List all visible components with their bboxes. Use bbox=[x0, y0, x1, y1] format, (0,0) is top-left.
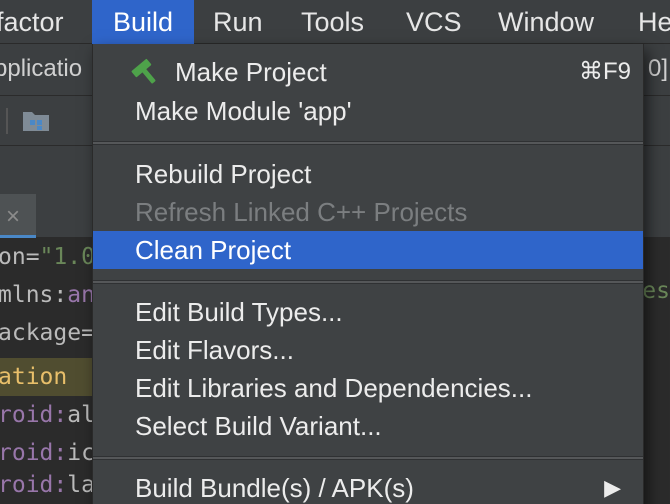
menu-refactor[interactable]: factor bbox=[0, 0, 64, 44]
submenu-arrow-icon: ▶ bbox=[604, 475, 621, 500]
menu-item-refresh-linked-cpp: Refresh Linked C++ Projects bbox=[93, 193, 643, 231]
menu-item-clean-project[interactable]: Clean Project bbox=[93, 231, 643, 269]
menu-help[interactable]: He bbox=[638, 0, 670, 44]
menu-item-rebuild-project[interactable]: Rebuild Project bbox=[93, 155, 643, 193]
code-line: ackage= bbox=[0, 320, 95, 346]
code-fragment-right: es bbox=[642, 278, 670, 304]
menu-item-label: Edit Libraries and Dependencies... bbox=[135, 373, 533, 403]
menu-build[interactable]: Build bbox=[92, 0, 194, 44]
menu-vcs[interactable]: VCS bbox=[406, 0, 462, 44]
editor-tab[interactable]: × bbox=[0, 194, 36, 238]
menu-item-label: Clean Project bbox=[135, 235, 292, 265]
code-line: on="1.0 bbox=[0, 244, 95, 270]
menu-separator bbox=[93, 141, 643, 145]
menu-item-make-module[interactable]: Make Module 'app' bbox=[93, 92, 643, 130]
menu-item-build-bundle-apk[interactable]: Build Bundle(s) / APK(s) ▶ bbox=[93, 469, 643, 504]
menu-tools[interactable]: Tools bbox=[301, 0, 364, 44]
menu-item-label: Make Module 'app' bbox=[135, 96, 352, 126]
menu-run[interactable]: Run bbox=[213, 0, 263, 44]
menu-item-label: Edit Build Types... bbox=[135, 297, 343, 327]
toolbar-separator bbox=[6, 108, 8, 134]
menu-item-label: Edit Flavors... bbox=[135, 335, 294, 365]
menu-item-label: Rebuild Project bbox=[135, 159, 312, 189]
close-icon[interactable]: × bbox=[6, 203, 20, 231]
menu-separator bbox=[93, 280, 643, 284]
hammer-icon bbox=[131, 58, 156, 84]
menu-separator bbox=[93, 456, 643, 460]
menu-item-edit-flavors[interactable]: Edit Flavors... bbox=[93, 331, 643, 369]
menu-item-make-project[interactable]: Make Project ⌘F9 bbox=[93, 53, 643, 91]
menu-item-label: Build Bundle(s) / APK(s) bbox=[135, 473, 414, 503]
menu-item-edit-libraries[interactable]: Edit Libraries and Dependencies... bbox=[93, 369, 643, 407]
project-structure-icon[interactable] bbox=[22, 108, 50, 132]
menu-window[interactable]: Window bbox=[498, 0, 594, 44]
screen: factor Build Run Tools VCS Window He ppl… bbox=[0, 0, 670, 504]
code-line: roid:al bbox=[0, 402, 95, 428]
menu-item-label: Make Project bbox=[175, 57, 327, 87]
code-line: roid:la bbox=[0, 472, 95, 498]
menu-bar: factor Build Run Tools VCS Window He bbox=[0, 0, 670, 44]
menu-item-label: Refresh Linked C++ Projects bbox=[135, 197, 468, 227]
menu-item-shortcut: ⌘F9 bbox=[578, 58, 631, 85]
menu-item-label: Select Build Variant... bbox=[135, 411, 382, 441]
run-config-selector[interactable]: pplicatio bbox=[0, 52, 82, 86]
run-config-suffix: 0] bbox=[647, 55, 668, 82]
menu-item-select-build-variant[interactable]: Select Build Variant... bbox=[93, 407, 643, 445]
menu-item-edit-build-types[interactable]: Edit Build Types... bbox=[93, 293, 643, 331]
code-line: mlns:an bbox=[0, 282, 95, 308]
build-menu-dropdown: Make Project ⌘F9 Make Module 'app' Rebui… bbox=[92, 44, 644, 504]
